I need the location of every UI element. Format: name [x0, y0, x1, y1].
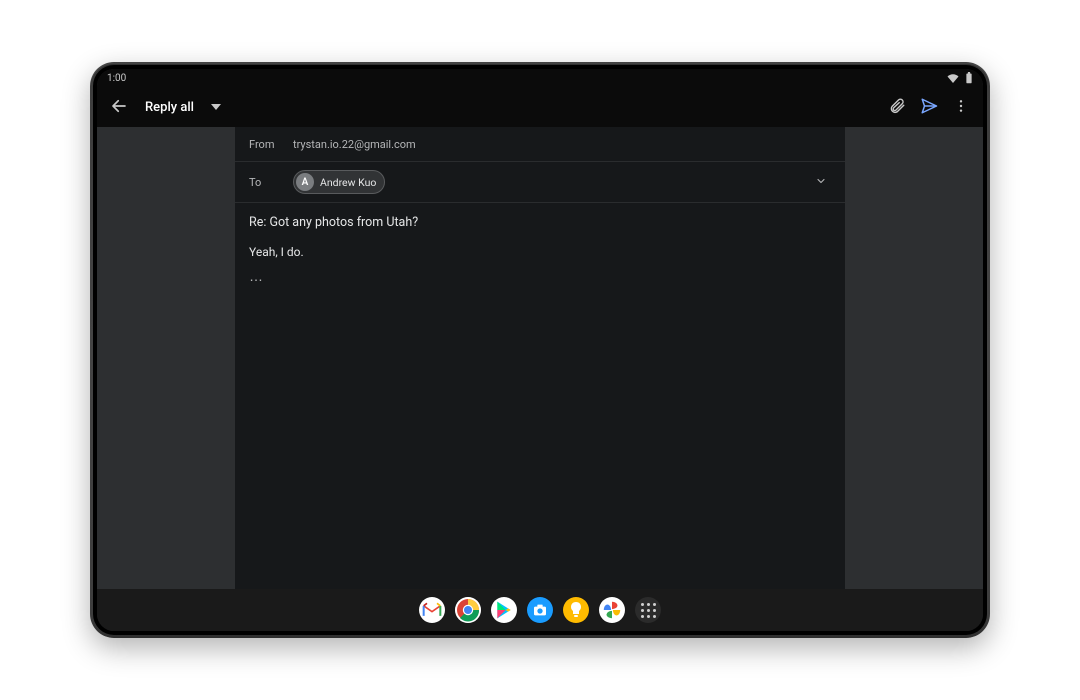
overflow-menu-button[interactable] [947, 93, 975, 121]
screen: 1:00 [97, 69, 983, 631]
taskbar-app-photos[interactable] [599, 597, 625, 623]
status-right [947, 72, 973, 84]
tablet-frame: 1:00 [90, 62, 990, 638]
to-row[interactable]: To A Andrew Kuo [235, 162, 845, 203]
body-text: Yeah, I do. [249, 244, 304, 261]
caret-down-icon [211, 100, 221, 115]
expand-recipients-button[interactable] [811, 172, 831, 192]
from-email: trystan.io.22@gmail.com [293, 138, 416, 151]
content-gutter-left [97, 127, 235, 589]
taskbar-app-chrome[interactable] [455, 597, 481, 623]
content-gutter-right [845, 127, 983, 589]
body-row[interactable]: Yeah, I do. [235, 241, 845, 267]
recipient-name: Andrew Kuo [320, 176, 376, 189]
back-button[interactable] [105, 93, 133, 121]
taskbar [97, 589, 983, 631]
battery-icon [965, 72, 973, 84]
reply-mode-dropdown[interactable] [202, 93, 230, 121]
show-quoted-text-button[interactable]: … [249, 269, 273, 283]
attach-button[interactable] [883, 93, 911, 121]
app-bar-left: Reply all [105, 93, 230, 121]
from-label: From [249, 138, 283, 151]
taskbar-app-gmail[interactable] [419, 597, 445, 623]
tablet-bezel: 1:00 [93, 65, 987, 635]
taskbar-app-keep[interactable] [563, 597, 589, 623]
content-area: From trystan.io.22@gmail.com To A Andrew… [97, 127, 983, 589]
subject-text: Re: Got any photos from Utah? [249, 215, 418, 230]
more-vert-icon [953, 98, 969, 117]
status-bar: 1:00 [97, 69, 983, 87]
app-bar: Reply all [97, 87, 983, 127]
subject-row[interactable]: Re: Got any photos from Utah? [235, 203, 845, 241]
taskbar-app-camera[interactable] [527, 597, 553, 623]
taskbar-app-play-store[interactable] [491, 597, 517, 623]
status-clock: 1:00 [107, 73, 126, 84]
taskbar-app-drawer[interactable] [635, 597, 661, 623]
app-bar-right [883, 93, 975, 121]
paperclip-icon [888, 97, 906, 118]
recipient-avatar: A [296, 173, 314, 191]
send-icon [920, 97, 938, 118]
wifi-icon [947, 73, 959, 83]
from-row[interactable]: From trystan.io.22@gmail.com [235, 127, 845, 162]
chevron-down-icon [815, 175, 827, 190]
arrow-back-icon [110, 97, 128, 118]
compose-panel: From trystan.io.22@gmail.com To A Andrew… [235, 127, 845, 589]
recipient-chip[interactable]: A Andrew Kuo [293, 170, 385, 194]
app-bar-title: Reply all [145, 100, 194, 115]
send-button[interactable] [915, 93, 943, 121]
to-label: To [249, 176, 283, 189]
stage: 1:00 [0, 0, 1080, 700]
